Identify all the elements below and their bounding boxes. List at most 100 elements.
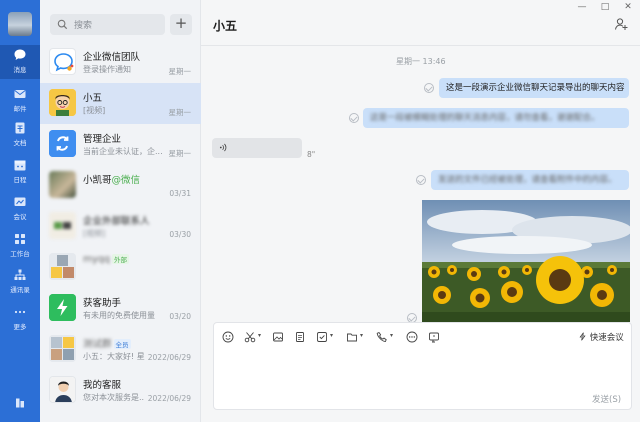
rail-label-messages: 消息 (13, 66, 27, 74)
rail-label-contacts: 通讯录 (10, 286, 30, 294)
conversation-item[interactable]: 我的客服 您对本次服务是... 2022/06/29 (40, 370, 201, 411)
lightning-icon (49, 294, 76, 321)
all-members-tag: 全员 (113, 339, 131, 349)
conversation-time: 星期一 (168, 149, 192, 158)
message-bubble[interactable]: 这是一段被模糊处理的聊天消息内容，请勿查看，谢谢配合。 (363, 108, 629, 128)
image-icon[interactable] (272, 331, 284, 343)
rail-item-docs[interactable]: 文档 (0, 118, 40, 152)
workbench-grid-icon (15, 234, 25, 244)
conversation-item[interactable]: 小凯哥@微信 03/31 (40, 165, 201, 206)
conversation-name: 测试群 (83, 339, 112, 350)
folder-dropdown-caret[interactable]: ▾ (360, 332, 363, 339)
rail-label-workbench: 工作台 (10, 250, 30, 258)
file-icon[interactable] (294, 331, 306, 343)
conversation-time: 03/30 (169, 230, 191, 239)
todo-check-icon[interactable] (316, 331, 328, 343)
conversation-item[interactable]: 企业微信团队 登录操作通知 星期一 (40, 42, 201, 83)
message-text-blurred: 这是一段被模糊处理的聊天消息内容，请勿查看，谢谢配合。 (370, 113, 600, 123)
read-check-icon (416, 175, 426, 185)
contact-logo-icon (49, 212, 76, 239)
close-button[interactable]: ✕ (622, 2, 634, 12)
minimize-button[interactable]: — (576, 2, 588, 12)
conversation-preview: 当前企业未认证，企... (83, 147, 163, 156)
rail-label-more: 更多 (13, 323, 27, 331)
conversation-time: 2022/06/29 (147, 353, 191, 362)
conversation-name: 我的客服 (83, 380, 122, 391)
conversation-name: 企业微信团队 (83, 52, 141, 63)
calendar-icon (14, 160, 26, 171)
conversation-time: 2022/06/29 (147, 394, 191, 403)
voice-wave-icon (219, 143, 227, 152)
read-check-icon (424, 83, 434, 93)
conversation-item[interactable]: myqq 外部 (40, 247, 201, 288)
more-dots-icon (14, 310, 26, 314)
image-message[interactable] (422, 200, 630, 322)
conversation-preview: 您对本次服务是... (83, 393, 145, 402)
scissors-icon[interactable] (244, 331, 256, 343)
phone-dropdown-caret[interactable]: ▾ (390, 332, 393, 339)
conversation-item-active[interactable]: 小五 [视频] 星期一 (40, 83, 201, 124)
conversation-time: 星期一 (168, 108, 192, 117)
cartoon-boy-avatar-icon (49, 89, 76, 116)
rail-label-calendar: 日程 (13, 176, 27, 184)
conversation-name: 管理企业 (83, 134, 122, 145)
wecom-logo-icon (54, 53, 74, 72)
more-icon[interactable] (406, 331, 418, 343)
conversation-preview: 登录操作通知 (83, 65, 131, 74)
sync-arrows-icon (49, 130, 76, 157)
group-avatar-icon (49, 335, 76, 362)
conversation-item[interactable]: 获客助手 有未用的免费使用量 03/20 (40, 288, 201, 329)
wechat-tag: @微信 (111, 175, 141, 186)
emoji-icon[interactable] (222, 331, 234, 343)
rail-item-contacts[interactable]: 通讯录 (0, 265, 40, 299)
group-avatar-icon (49, 253, 76, 280)
rail-item-more[interactable]: 更多 (0, 302, 40, 336)
conversation-item[interactable]: 管理企业 当前企业未认证，企... 星期一 (40, 124, 201, 165)
screen-capture-icon[interactable] (428, 331, 440, 343)
bookmark-icon[interactable] (13, 396, 27, 410)
conversation-preview: 有未用的免费使用量 (83, 311, 155, 320)
quick-meeting-button[interactable]: 快速会议 (578, 331, 624, 343)
conversation-name-row: 小凯哥@微信 (83, 172, 140, 186)
contact-avatar (49, 212, 76, 239)
nav-rail: 消息 邮件 文档 日程 会议 工作台 通讯录 更多 (0, 0, 40, 422)
create-button[interactable]: + (170, 14, 192, 35)
rail-label-meeting: 会议 (13, 213, 27, 221)
conversation-time: 03/31 (169, 189, 191, 198)
conversation-item[interactable]: 企业外部联系人 [视频] 03/30 (40, 206, 201, 247)
chat-bubble-icon (14, 49, 26, 60)
add-member-icon[interactable] (614, 17, 628, 31)
contact-avatar (49, 171, 76, 198)
conversation-list: 搜索 + 企业微信团队 登录操作通知 星期一 小五 [视频] 星期一 管理企业 … (40, 0, 201, 422)
rail-item-mail[interactable]: 邮件 (0, 84, 40, 118)
search-input[interactable]: 搜索 (50, 14, 165, 35)
rail-item-meeting[interactable]: 会议 (0, 192, 40, 226)
conversation-item[interactable]: 测试群全员 小五：大家好! 星期... 2022/06/29 (40, 329, 201, 370)
external-tag: 外部 (111, 254, 129, 264)
todo-dropdown-caret[interactable]: ▾ (330, 332, 333, 339)
group-avatar (49, 253, 76, 280)
conversation-preview: [视频] (83, 106, 106, 115)
voice-message[interactable] (212, 138, 302, 158)
voice-duration: 8" (307, 150, 316, 159)
phone-icon[interactable] (376, 331, 388, 343)
scissors-dropdown-caret[interactable]: ▾ (258, 332, 261, 339)
rail-item-messages[interactable]: 消息 (0, 45, 40, 79)
folder-icon[interactable] (346, 331, 358, 343)
meeting-icon (14, 197, 26, 206)
maximize-button[interactable]: □ (599, 2, 611, 12)
message-bubble[interactable]: 发送的文件已经被处理，请查看附件中的内容。 (431, 170, 629, 190)
message-composer[interactable]: ▾ ▾ ▾ ▾ 快速会议 发送(S) (213, 322, 632, 410)
document-icon (15, 122, 25, 134)
chat-pane: 小五 — □ ✕ 星期一 13:46 这是一段演示企业微信聊天记录导出的聊天内容… (201, 0, 640, 422)
rail-item-workbench[interactable]: 工作台 (0, 229, 40, 263)
conversation-name-row: 测试群 全员 (83, 336, 131, 350)
conversation-time: 星期一 (168, 67, 192, 76)
rail-label-mail: 邮件 (13, 105, 27, 113)
search-icon (57, 19, 68, 30)
conversation-time: 03/20 (169, 312, 191, 321)
send-button[interactable]: 发送(S) (592, 393, 621, 405)
rail-item-calendar[interactable]: 日程 (0, 155, 40, 189)
message-bubble[interactable]: 这是一段演示企业微信聊天记录导出的聊天内容 (439, 78, 629, 98)
my-avatar[interactable] (8, 12, 32, 36)
